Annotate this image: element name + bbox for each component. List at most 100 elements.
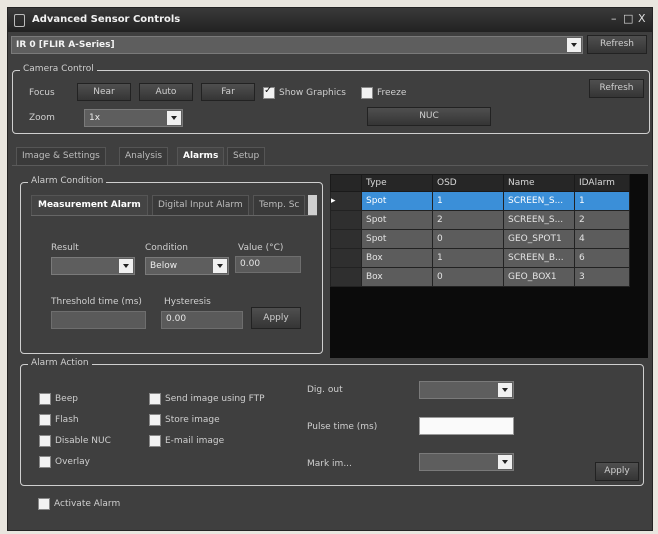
device-refresh-button[interactable]: Refresh	[587, 35, 647, 54]
window-title: Advanced Sensor Controls	[32, 14, 181, 25]
email-image-checkbox[interactable]	[149, 435, 161, 447]
tab-alarms[interactable]: Alarms	[177, 147, 225, 165]
subtab-measurement-alarm[interactable]: Measurement Alarm	[31, 195, 148, 215]
table-row[interactable]: Box 0 GEO_BOX1 3	[330, 267, 630, 287]
show-graphics-label: Show Graphics	[279, 88, 346, 98]
pulse-time-field[interactable]	[419, 417, 514, 435]
device-select-value: IR 0 [FLIR A-Series]	[16, 40, 115, 50]
table-row[interactable]: Spot 0 GEO_SPOT1 4	[330, 229, 630, 249]
dig-out-label: Dig. out	[307, 385, 343, 395]
minimize-button[interactable]: –	[611, 12, 617, 25]
focus-label: Focus	[29, 88, 55, 98]
cell-osd[interactable]: 1	[432, 248, 504, 268]
flash-label: Flash	[55, 415, 79, 425]
column-header-type[interactable]: Type	[361, 174, 433, 192]
cell-name[interactable]: SCREEN_S...	[503, 191, 575, 211]
dig-out-select[interactable]	[419, 381, 514, 399]
cell-osd[interactable]: 2	[432, 210, 504, 230]
cell-name[interactable]: GEO_SPOT1	[503, 229, 575, 249]
cell-osd[interactable]: 1	[432, 191, 504, 211]
result-select[interactable]	[51, 257, 135, 275]
cell-idalarm[interactable]: 2	[574, 210, 630, 230]
nuc-button[interactable]: NUC	[367, 107, 491, 126]
title-bar[interactable]: Advanced Sensor Controls – □ X	[8, 8, 652, 32]
cell-osd[interactable]: 0	[432, 229, 504, 249]
disable-nuc-label: Disable NUC	[55, 436, 111, 446]
row-header	[330, 210, 362, 230]
row-header	[330, 229, 362, 249]
camera-refresh-button[interactable]: Refresh	[589, 79, 644, 98]
store-image-checkbox[interactable]	[149, 414, 161, 426]
cell-idalarm[interactable]: 3	[574, 267, 630, 287]
tab-image-settings[interactable]: Image & Settings	[16, 147, 106, 165]
chevron-down-icon	[119, 259, 133, 273]
tab-analysis[interactable]: Analysis	[119, 147, 169, 165]
cell-idalarm[interactable]: 6	[574, 248, 630, 268]
freeze-checkbox[interactable]	[361, 87, 373, 99]
activate-alarm-checkbox[interactable]	[38, 498, 50, 510]
tab-setup[interactable]: Setup	[227, 147, 266, 165]
alarm-action-group: Alarm Action Beep Flash Disable NUC Over…	[20, 358, 644, 486]
email-image-label: E-mail image	[165, 436, 225, 446]
table-row[interactable]: Spot 2 SCREEN_S... 2	[330, 210, 630, 230]
beep-checkbox[interactable]	[39, 393, 51, 405]
cell-type[interactable]: Spot	[361, 229, 433, 249]
close-button[interactable]: X	[638, 12, 646, 25]
store-image-label: Store image	[165, 415, 220, 425]
send-ftp-checkbox[interactable]	[149, 393, 161, 405]
column-header-name[interactable]: Name	[503, 174, 575, 192]
column-header-idalarm[interactable]: IDAlarm	[574, 174, 630, 192]
result-label: Result	[51, 243, 79, 253]
focus-auto-button[interactable]: Auto	[139, 83, 193, 101]
row-header	[330, 248, 362, 268]
cell-idalarm[interactable]: 4	[574, 229, 630, 249]
cell-idalarm[interactable]: 1	[574, 191, 630, 211]
condition-label: Condition	[145, 243, 188, 253]
hysteresis-field[interactable]: 0.00	[161, 311, 243, 329]
table-row[interactable]: Box 1 SCREEN_B... 6	[330, 248, 630, 268]
pulse-time-label: Pulse time (ms)	[307, 422, 378, 432]
advanced-sensor-controls-window: Advanced Sensor Controls – □ X IR 0 [FLI…	[7, 7, 653, 531]
subtab-temp-scale[interactable]: Temp. Sc	[253, 195, 306, 215]
main-tabs: Image & Settings Analysis Alarms Setup	[16, 147, 336, 165]
value-field[interactable]: 0.00	[235, 256, 301, 273]
action-apply-button[interactable]: Apply	[595, 462, 639, 481]
column-header-osd[interactable]: OSD	[432, 174, 504, 192]
maximize-button[interactable]: □	[623, 12, 633, 25]
cell-name[interactable]: SCREEN_S...	[503, 210, 575, 230]
show-graphics-checkbox[interactable]	[263, 85, 275, 99]
subtab-scroll-button[interactable]	[308, 195, 317, 215]
chevron-down-icon	[498, 455, 512, 469]
threshold-time-field[interactable]	[51, 311, 146, 329]
subtab-digital-input-alarm[interactable]: Digital Input Alarm	[152, 195, 249, 215]
row-selected-marker-icon: ▸	[330, 191, 362, 211]
mark-image-select[interactable]	[419, 453, 514, 471]
subtab-divider	[31, 215, 317, 216]
chevron-down-icon	[213, 259, 227, 273]
condition-apply-button[interactable]: Apply	[251, 307, 301, 329]
cell-type[interactable]: Spot	[361, 210, 433, 230]
overlay-label: Overlay	[55, 457, 90, 467]
table-row[interactable]: ▸ Spot 1 SCREEN_S... 1	[330, 191, 630, 211]
cell-name[interactable]: GEO_BOX1	[503, 267, 575, 287]
flash-checkbox[interactable]	[39, 414, 51, 426]
cell-osd[interactable]: 0	[432, 267, 504, 287]
chevron-down-icon	[498, 383, 512, 397]
app-icon	[14, 14, 25, 27]
chevron-down-icon	[567, 38, 581, 52]
cell-type[interactable]: Box	[361, 248, 433, 268]
alarm-grid: Type OSD Name IDAlarm ▸ Spot 1 SCREEN_S.…	[330, 174, 630, 287]
focus-far-button[interactable]: Far	[201, 83, 255, 101]
zoom-select[interactable]: 1x	[84, 109, 183, 127]
condition-select-value: Below	[150, 261, 178, 271]
cell-type[interactable]: Box	[361, 267, 433, 287]
condition-select[interactable]: Below	[145, 257, 229, 275]
table-corner-header	[330, 174, 362, 192]
device-select[interactable]: IR 0 [FLIR A-Series]	[11, 36, 583, 54]
disable-nuc-checkbox[interactable]	[39, 435, 51, 447]
send-ftp-label: Send image using FTP	[165, 394, 265, 404]
overlay-checkbox[interactable]	[39, 456, 51, 468]
cell-name[interactable]: SCREEN_B...	[503, 248, 575, 268]
cell-type[interactable]: Spot	[361, 191, 433, 211]
focus-near-button[interactable]: Near	[77, 83, 131, 101]
